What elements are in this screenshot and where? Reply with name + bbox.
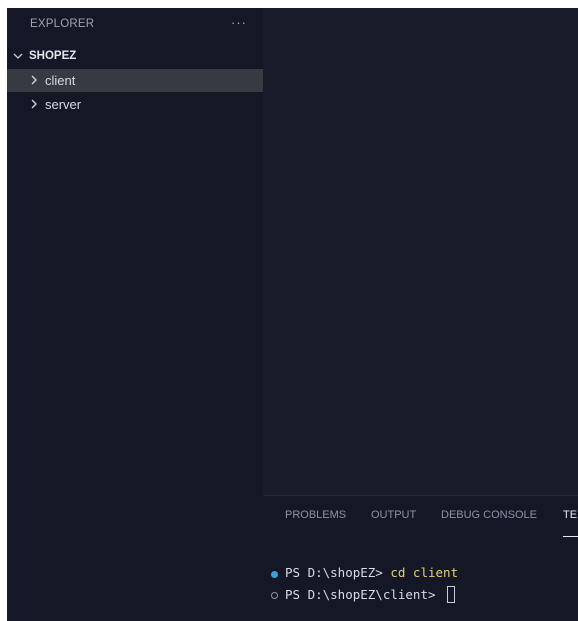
terminal-command: cd client — [390, 565, 459, 580]
tab-problems[interactable]: PROBLEMS — [285, 509, 346, 521]
panel-tabs: PROBLEMS OUTPUT DEBUG CONSOLE TE — [263, 496, 578, 537]
command-pending-dot-icon — [271, 592, 278, 599]
chevron-down-icon — [13, 53, 23, 59]
folder-root-shopez[interactable]: SHOPEZ — [7, 47, 263, 67]
terminal-prompt: PS D:\shopEZ\client> — [285, 587, 444, 602]
tree-item-label: client — [45, 73, 76, 88]
tree-item-client[interactable]: client — [7, 69, 263, 92]
terminal-line: PS D:\shopEZ> cd client — [285, 565, 458, 580]
tab-terminal[interactable]: TE — [563, 509, 577, 521]
ellipsis-icon[interactable]: ··· — [229, 14, 249, 32]
command-success-dot-icon — [271, 571, 278, 578]
tree-item-server[interactable]: server — [7, 93, 263, 116]
editor-area[interactable] — [263, 8, 578, 495]
terminal[interactable]: PS D:\shopEZ> cd client PS D:\shopEZ\cli… — [263, 540, 578, 621]
active-tab-indicator — [563, 536, 578, 537]
root-folder-label: SHOPEZ — [29, 50, 77, 62]
bottom-panel: PROBLEMS OUTPUT DEBUG CONSOLE TE PS D:\s… — [263, 495, 578, 621]
tab-debug-console[interactable]: DEBUG CONSOLE — [441, 509, 537, 521]
explorer-header: EXPLORER ··· — [7, 8, 263, 41]
chevron-right-icon — [31, 99, 37, 109]
tab-output[interactable]: OUTPUT — [371, 509, 416, 521]
terminal-line: PS D:\shopEZ\client> — [285, 586, 456, 603]
terminal-cursor — [447, 586, 456, 603]
vscode-window: EXPLORER ··· SHOPEZ client server PROBLE… — [7, 8, 578, 621]
explorer-sidebar: EXPLORER ··· SHOPEZ client server — [7, 8, 263, 621]
tree-item-label: server — [45, 97, 82, 112]
chevron-right-icon — [31, 75, 37, 85]
explorer-title: EXPLORER — [30, 18, 95, 30]
terminal-prompt: PS D:\shopEZ> — [285, 565, 391, 580]
